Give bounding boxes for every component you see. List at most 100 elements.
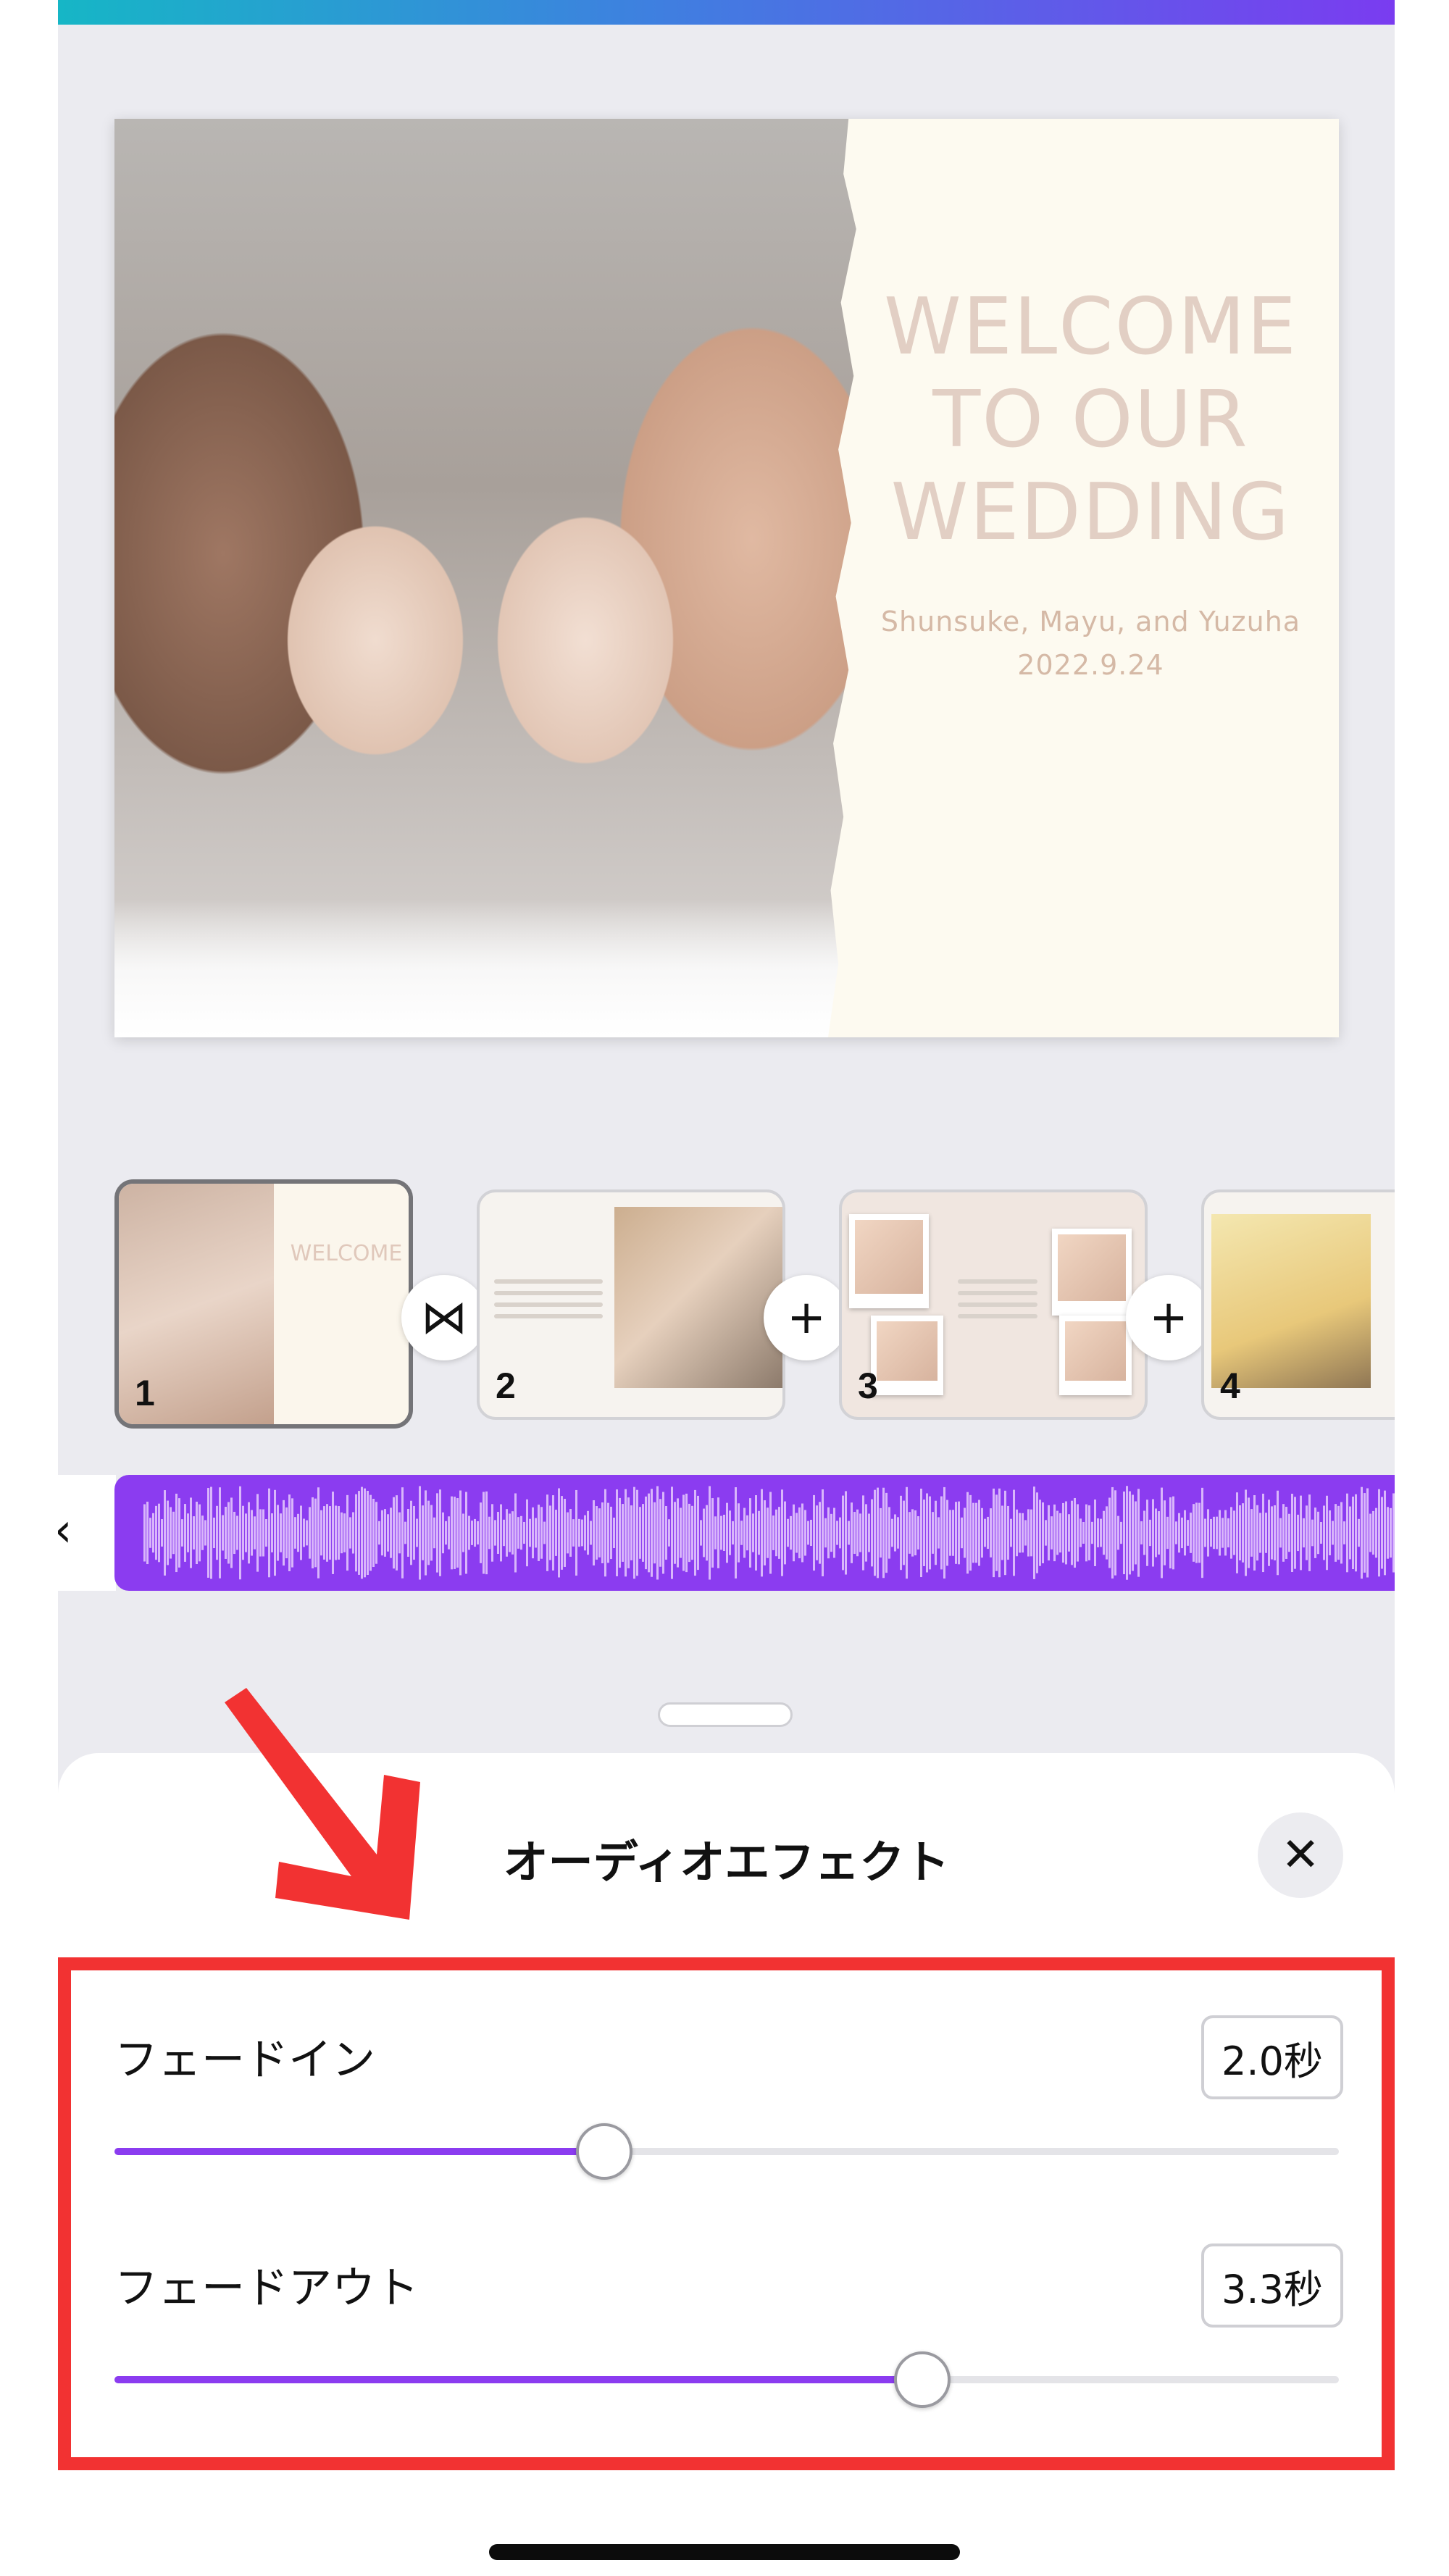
waveform-bar: [790, 1515, 792, 1550]
waveform-bar: [297, 1513, 299, 1552]
waveform-bar: [1343, 1521, 1345, 1544]
waveform-bar: [995, 1494, 998, 1571]
waveform-bar: [822, 1489, 824, 1577]
waveform-bar: [1282, 1504, 1285, 1562]
waveform-bar: [906, 1486, 908, 1579]
waveform-bar: [819, 1502, 821, 1564]
add-transition-button[interactable]: +: [1126, 1275, 1211, 1360]
waveform-bar: [236, 1515, 238, 1550]
waveform-bar: [958, 1501, 960, 1565]
slide-preview[interactable]: WELCOME TO OUR WEDDING Shunsuke, Mayu, a…: [114, 119, 1339, 1037]
waveform-bar: [833, 1507, 835, 1558]
waveform-bar: [520, 1515, 522, 1550]
waveform-bar: [341, 1512, 343, 1554]
waveform-bar: [494, 1520, 496, 1546]
waveform-bar: [378, 1521, 380, 1545]
waveform-bar: [830, 1513, 832, 1552]
waveform-bar: [143, 1504, 146, 1562]
waveform-bar: [726, 1502, 728, 1563]
waveform-bar: [943, 1486, 945, 1579]
waveform-bar: [1314, 1507, 1316, 1558]
waveform-bar: [639, 1507, 641, 1559]
waveform-bar: [346, 1494, 348, 1571]
waveform-bar: [1123, 1491, 1125, 1575]
waveform-bar: [584, 1515, 586, 1551]
waveform-bar: [827, 1507, 830, 1559]
waveform-bar: [1140, 1521, 1143, 1544]
waveform-bar: [170, 1507, 172, 1559]
waveform-bar: [393, 1497, 395, 1569]
close-icon: ✕: [1281, 1828, 1320, 1882]
waveform-bar: [172, 1511, 175, 1555]
waveform-bar: [184, 1504, 186, 1562]
waveform-bar: [210, 1486, 212, 1579]
waveform-bar: [596, 1506, 598, 1560]
waveform-bar: [775, 1509, 777, 1557]
page-thumbnail-2[interactable]: 2: [477, 1189, 785, 1420]
close-button[interactable]: ✕: [1258, 1812, 1343, 1898]
waveform-bar: [1097, 1518, 1099, 1547]
waveform-bar: [1256, 1505, 1258, 1561]
waveform-bar: [343, 1513, 346, 1552]
add-transition-button[interactable]: +: [764, 1275, 849, 1360]
waveform-bar: [601, 1502, 604, 1563]
waveform-bar: [161, 1519, 163, 1547]
waveform-bar: [1306, 1505, 1308, 1560]
waveform-bar: [767, 1507, 769, 1558]
audio-track[interactable]: [114, 1475, 1395, 1591]
page-thumbnail-1[interactable]: WELCOME 1: [114, 1179, 413, 1429]
waveform-bar: [248, 1502, 250, 1564]
waveform-bar: [462, 1513, 464, 1552]
waveform-bar: [1311, 1519, 1314, 1547]
page-thumbnail-3[interactable]: 3: [839, 1189, 1148, 1420]
waveform-bar: [367, 1490, 369, 1576]
waveform-bar: [891, 1518, 893, 1547]
waveform-bar: [1036, 1492, 1038, 1573]
waveform-bar: [277, 1505, 279, 1561]
waveform-bar: [1184, 1510, 1186, 1556]
waveform-bar: [514, 1493, 517, 1573]
waveform-bar: [1390, 1507, 1392, 1558]
waveform-bar: [329, 1506, 331, 1560]
waveform-bar: [1250, 1509, 1253, 1557]
waveform-bar: [158, 1503, 160, 1563]
page-thumbnail-4[interactable]: 4: [1201, 1189, 1395, 1420]
waveform-bar: [1149, 1519, 1151, 1547]
waveform-bar: [465, 1492, 467, 1574]
waveform-bar: [911, 1509, 914, 1557]
thumbnail-title: WELCOME: [290, 1241, 403, 1266]
waveform-bar: [1337, 1505, 1340, 1560]
plus-icon: +: [1149, 1291, 1188, 1345]
transition-button[interactable]: ⋈: [401, 1275, 487, 1360]
waveform-bar: [1271, 1506, 1273, 1560]
waveform-bar: [862, 1495, 864, 1571]
sheet-drag-handle[interactable]: [658, 1702, 793, 1727]
waveform-bar: [1326, 1495, 1328, 1571]
waveform-bar: [972, 1502, 974, 1563]
welcome-line-2: TO OUR: [932, 375, 1249, 465]
waveform-bar: [932, 1512, 934, 1554]
waveform-bar: [680, 1507, 682, 1558]
waveform-bar: [488, 1516, 490, 1550]
waveform-bar: [729, 1510, 731, 1555]
waveform-bar: [807, 1521, 809, 1545]
waveform-bar: [503, 1519, 505, 1547]
red-arrow-annotation: [225, 1688, 420, 1920]
waveform-bar: [665, 1505, 667, 1560]
waveform-bar: [181, 1519, 183, 1547]
waveform-bar: [1161, 1487, 1163, 1578]
audio-collapse-button[interactable]: ‹: [58, 1475, 116, 1591]
waveform-bar: [984, 1518, 986, 1547]
waveform-bar: [946, 1500, 948, 1566]
waveform-bar: [526, 1499, 528, 1567]
waveform-bar: [694, 1489, 696, 1576]
waveform-bar: [538, 1505, 540, 1561]
waveform-bar: [1126, 1486, 1128, 1580]
waveform-bar: [653, 1502, 656, 1564]
waveform-bar: [1317, 1511, 1319, 1555]
waveform-bar: [187, 1513, 189, 1552]
waveform-bar: [509, 1513, 511, 1552]
waveform-bar: [407, 1509, 409, 1557]
waveform-bar: [769, 1492, 772, 1574]
waveform-bar: [842, 1495, 844, 1571]
